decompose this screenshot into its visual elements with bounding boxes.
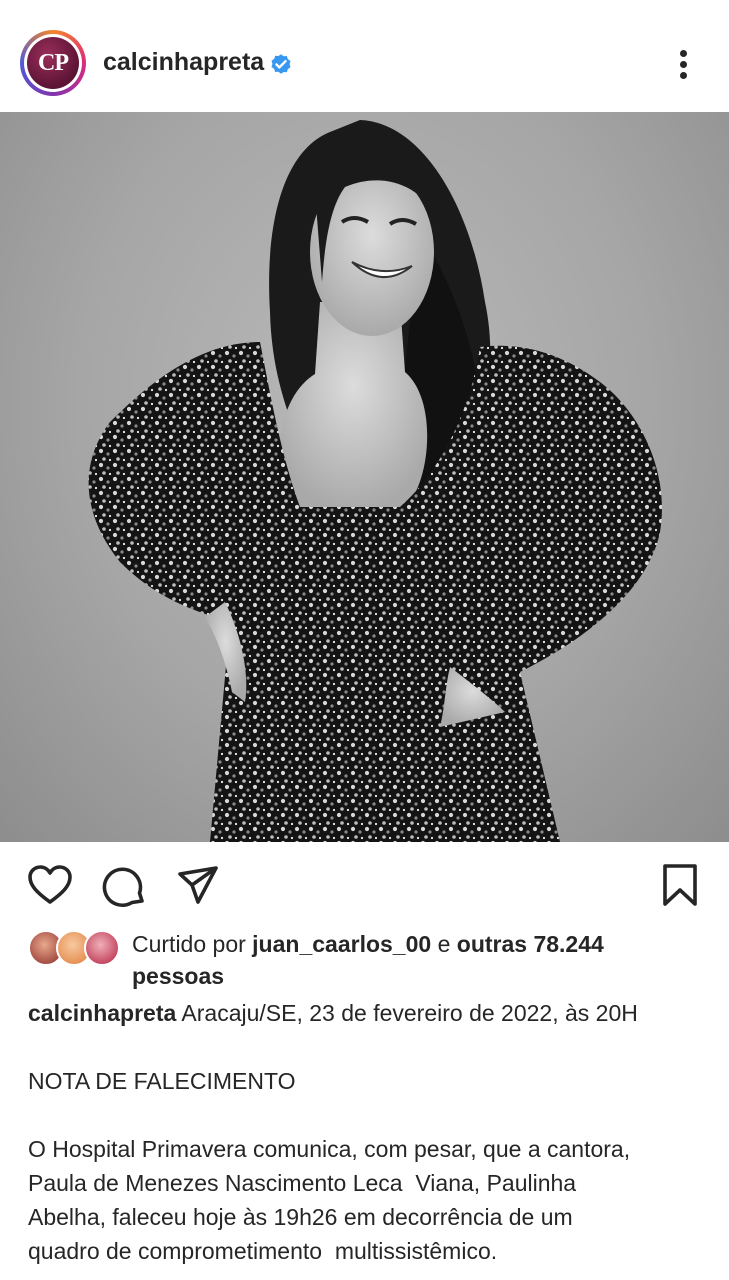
caption-username[interactable]: calcinhapreta — [28, 1000, 176, 1026]
avatar-border: CP — [24, 34, 82, 92]
send-icon[interactable] — [174, 862, 222, 910]
post-image[interactable] — [0, 112, 729, 842]
liker-avatars — [28, 928, 128, 968]
liker-avatar[interactable] — [84, 930, 120, 966]
post-actions — [0, 842, 729, 926]
likes-middle: e — [431, 931, 457, 957]
caption-body: O Hospital Primavera comunica, com pesar… — [28, 1132, 708, 1268]
post-caption: calcinhapreta Aracaju/SE, 23 de fevereir… — [28, 996, 708, 1268]
profile-avatar[interactable]: CP — [20, 30, 86, 96]
likes-text[interactable]: Curtido por juan_caarlos_00 e outras 78.… — [132, 928, 702, 992]
caption-body-line: Abelha, faleceu hoje às 19h26 em decorrê… — [28, 1204, 573, 1230]
heart-icon[interactable] — [26, 862, 74, 910]
caption-body-line: Paula de Menezes Nascimento Leca Viana, … — [28, 1170, 577, 1196]
caption-location-date: Aracaju/SE, 23 de fevereiro de 2022, às … — [176, 1000, 638, 1026]
woman-portrait-image — [88, 120, 662, 842]
caption-body-line: quadro de comprometimento multissistêmic… — [28, 1238, 498, 1264]
likes-user[interactable]: juan_caarlos_00 — [252, 931, 431, 957]
caption-first-line: calcinhapreta Aracaju/SE, 23 de fevereir… — [28, 996, 708, 1030]
likes-others[interactable]: outras 78.244 — [457, 931, 604, 957]
verified-badge-icon — [271, 54, 291, 74]
avatar-logo: CP — [27, 37, 79, 89]
more-vertical-icon[interactable] — [672, 44, 696, 84]
likes-suffix[interactable]: pessoas — [132, 963, 224, 989]
post-header: CP calcinhapreta — [0, 0, 729, 112]
bookmark-icon[interactable] — [656, 862, 704, 910]
comment-icon[interactable] — [100, 862, 148, 910]
likes-prefix: Curtido por — [132, 931, 253, 957]
caption-heading: NOTA DE FALECIMENTO — [28, 1068, 296, 1094]
post-username[interactable]: calcinhapreta — [103, 48, 264, 77]
caption-body-line: O Hospital Primavera comunica, com pesar… — [28, 1136, 631, 1162]
